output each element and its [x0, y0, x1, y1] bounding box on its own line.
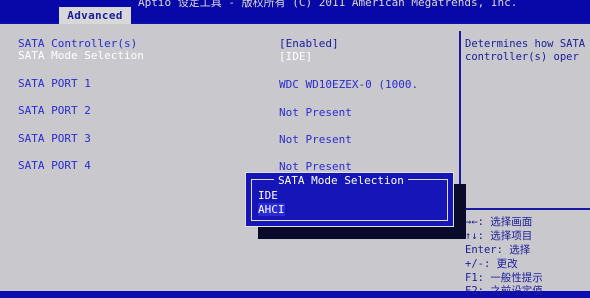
- popup-option-ide[interactable]: IDE: [258, 189, 278, 202]
- hint-change-option: +/-: 更改: [465, 258, 518, 270]
- setting-value-sata-mode-selection[interactable]: [IDE]: [279, 50, 312, 63]
- hint-select-item: ↑↓: 选择项目: [465, 230, 533, 242]
- setting-value-sata-port-2: Not Present: [279, 106, 352, 119]
- help-divider-vertical: [459, 31, 461, 208]
- setting-label-sata-mode-selection[interactable]: SATA Mode Selection: [18, 49, 144, 62]
- setting-value-sata-controllers[interactable]: [Enabled]: [279, 37, 339, 50]
- help-text-line-2: controller(s) oper: [465, 51, 579, 63]
- hint-enter-select: Enter: 选择: [465, 244, 531, 256]
- hint-select-screen: →←: 选择画面: [465, 216, 533, 228]
- help-text-line-1: Determines how SATA: [465, 38, 586, 50]
- setting-label-sata-port-1: SATA PORT 1: [18, 77, 91, 90]
- setting-value-sata-port-1: WDC WD10EZEX-0 (1000.: [279, 78, 419, 91]
- setting-value-sata-port-3: Not Present: [279, 133, 352, 146]
- setting-label-sata-port-4: SATA PORT 4: [18, 159, 91, 172]
- tab-advanced[interactable]: Advanced: [59, 7, 131, 24]
- setting-label-sata-port-3: SATA PORT 3: [18, 132, 91, 145]
- help-divider-horizontal: [461, 208, 590, 210]
- popup-title: SATA Mode Selection: [274, 174, 408, 187]
- sata-mode-popup: SATA Mode Selection IDE AHCI: [245, 172, 454, 227]
- bios-title: Aptio 设定工具 - 版权所有 (C) 2011 American Mega…: [138, 0, 518, 9]
- setting-label-sata-port-2: SATA PORT 2: [18, 104, 91, 117]
- popup-option-ahci[interactable]: AHCI: [258, 203, 285, 216]
